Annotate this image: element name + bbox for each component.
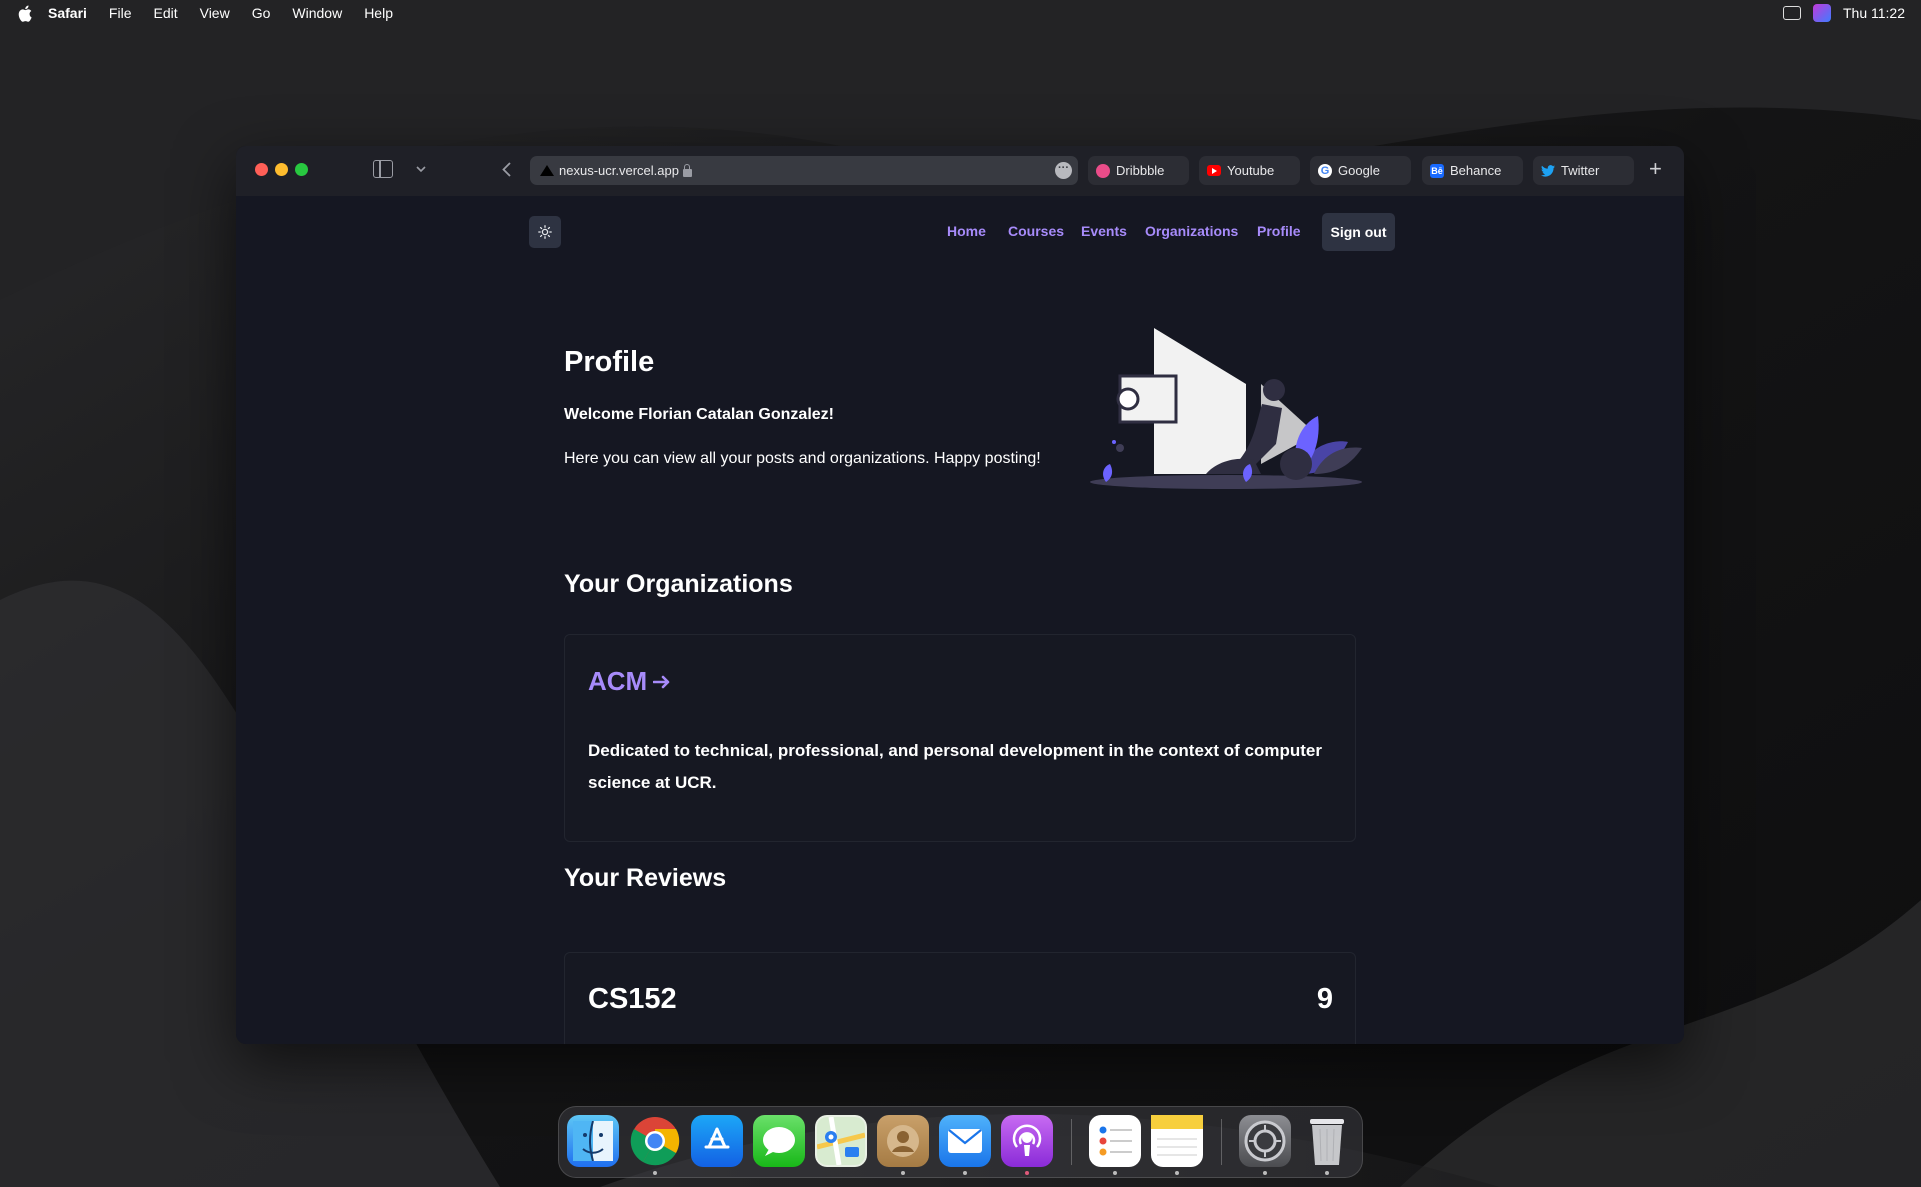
running-indicator: [1325, 1171, 1329, 1175]
behance-icon: Bē: [1430, 163, 1444, 178]
running-indicator: [653, 1171, 657, 1175]
intro-text: Here you can view all your posts and org…: [564, 450, 1041, 467]
theme-toggle-button[interactable]: [529, 216, 561, 248]
dribbble-icon: [1096, 163, 1110, 178]
favorite-google[interactable]: G Google: [1310, 156, 1411, 185]
review-course-code: CS152: [588, 983, 677, 1015]
favorite-behance[interactable]: Bē Behance: [1422, 156, 1523, 185]
web-content: Home Courses Events Organizations Profil…: [236, 196, 1684, 1044]
siri-icon[interactable]: [1812, 4, 1831, 22]
contacts-icon[interactable]: [877, 1115, 929, 1167]
menu-file[interactable]: File: [109, 5, 132, 21]
nav-events-link[interactable]: Events: [1081, 223, 1127, 239]
menu-go[interactable]: Go: [252, 5, 271, 21]
sidebar-toggle-icon[interactable]: [373, 160, 393, 178]
finder-icon[interactable]: [567, 1115, 619, 1167]
organizations-heading: Your Organizations: [564, 570, 793, 598]
app-store-icon[interactable]: [691, 1115, 743, 1167]
google-icon: G: [1318, 163, 1332, 178]
organization-name: ACM: [588, 666, 648, 696]
menu-window[interactable]: Window: [292, 5, 342, 21]
more-options-icon[interactable]: ···: [1055, 162, 1072, 179]
dock-separator: [1071, 1119, 1072, 1165]
reviews-heading: Your Reviews: [564, 864, 727, 892]
browser-toolbar: nexus-ucr.vercel.app ··· Dribbble Youtub…: [236, 146, 1684, 196]
menu-clock[interactable]: Thu 11:22: [1843, 5, 1905, 21]
close-window-button[interactable]: [255, 163, 268, 176]
organization-description: Dedicated to technical, professional, an…: [588, 741, 1322, 792]
organization-link[interactable]: ACM: [588, 666, 671, 697]
dock-separator: [1221, 1119, 1222, 1165]
nav-home-link[interactable]: Home: [947, 223, 986, 239]
favorite-label: Behance: [1450, 163, 1502, 178]
menu-edit[interactable]: Edit: [153, 5, 177, 21]
mail-icon[interactable]: [939, 1115, 991, 1167]
running-indicator: [1113, 1171, 1117, 1175]
menu-app-name[interactable]: Safari: [48, 5, 87, 21]
running-indicator: [1175, 1171, 1179, 1175]
favorite-label: Dribbble: [1116, 163, 1165, 178]
podcasts-icon[interactable]: [1001, 1115, 1053, 1167]
minimize-window-button[interactable]: [275, 163, 288, 176]
address-bar[interactable]: nexus-ucr.vercel.app ···: [530, 156, 1078, 185]
favorite-twitter[interactable]: Twitter: [1533, 156, 1634, 185]
arrow-right-icon: [653, 675, 670, 688]
reminders-icon[interactable]: [1089, 1115, 1141, 1167]
running-indicator: [963, 1171, 967, 1175]
favorite-label: Twitter: [1561, 163, 1600, 178]
control-center-icon[interactable]: [1782, 6, 1801, 20]
maps-icon[interactable]: [815, 1115, 867, 1167]
apple-icon[interactable]: [16, 4, 34, 22]
back-arrow-icon[interactable]: [498, 158, 514, 180]
safari-window: nexus-ucr.vercel.app ··· Dribbble Youtub…: [236, 146, 1684, 1044]
profile-illustration: [1090, 328, 1362, 489]
menu-help[interactable]: Help: [364, 5, 393, 21]
favorite-youtube[interactable]: Youtube: [1199, 156, 1300, 185]
favorite-dribbble[interactable]: Dribbble: [1088, 156, 1189, 185]
youtube-icon: [1207, 165, 1221, 176]
running-indicator: [1263, 1171, 1267, 1175]
favorite-label: Youtube: [1227, 163, 1275, 178]
url-text: nexus-ucr.vercel.app: [559, 163, 679, 178]
review-card[interactable]: CS152 9: [564, 952, 1356, 1044]
organization-card: ACM Dedicated to technical, professional…: [564, 634, 1356, 842]
notes-icon[interactable]: [1151, 1115, 1203, 1167]
nav-courses-link[interactable]: Courses: [1008, 223, 1064, 239]
trash-icon[interactable]: [1301, 1115, 1353, 1167]
messages-icon[interactable]: [753, 1115, 805, 1167]
nav-organizations-link[interactable]: Organizations: [1145, 223, 1238, 239]
nav-profile-link[interactable]: Profile: [1257, 223, 1301, 239]
sun-icon: [538, 225, 552, 239]
dock: [558, 1106, 1363, 1178]
welcome-message: Welcome Florian Catalan Gonzalez!: [564, 406, 834, 423]
maximize-window-button[interactable]: [295, 163, 308, 176]
favorite-label: Google: [1338, 163, 1380, 178]
menu-view[interactable]: View: [200, 5, 230, 21]
sign-out-button[interactable]: Sign out: [1322, 213, 1395, 251]
twitter-icon: [1541, 164, 1555, 178]
review-rating: 9: [1316, 983, 1333, 1015]
chevron-down-icon[interactable]: [414, 159, 428, 179]
running-indicator: [1025, 1171, 1029, 1175]
page-title: Profile: [564, 346, 655, 378]
lock-icon: [682, 163, 692, 177]
menu-bar: Safari File Edit View Go Window Help Thu…: [0, 0, 1921, 26]
new-tab-plus-icon[interactable]: +: [1649, 156, 1662, 182]
running-indicator: [901, 1171, 905, 1175]
chrome-icon[interactable]: [629, 1115, 681, 1167]
vercel-icon: [540, 165, 554, 176]
site-navbar: Home Courses Events Organizations Profil…: [236, 196, 1684, 266]
system-preferences-icon[interactable]: [1239, 1115, 1291, 1167]
